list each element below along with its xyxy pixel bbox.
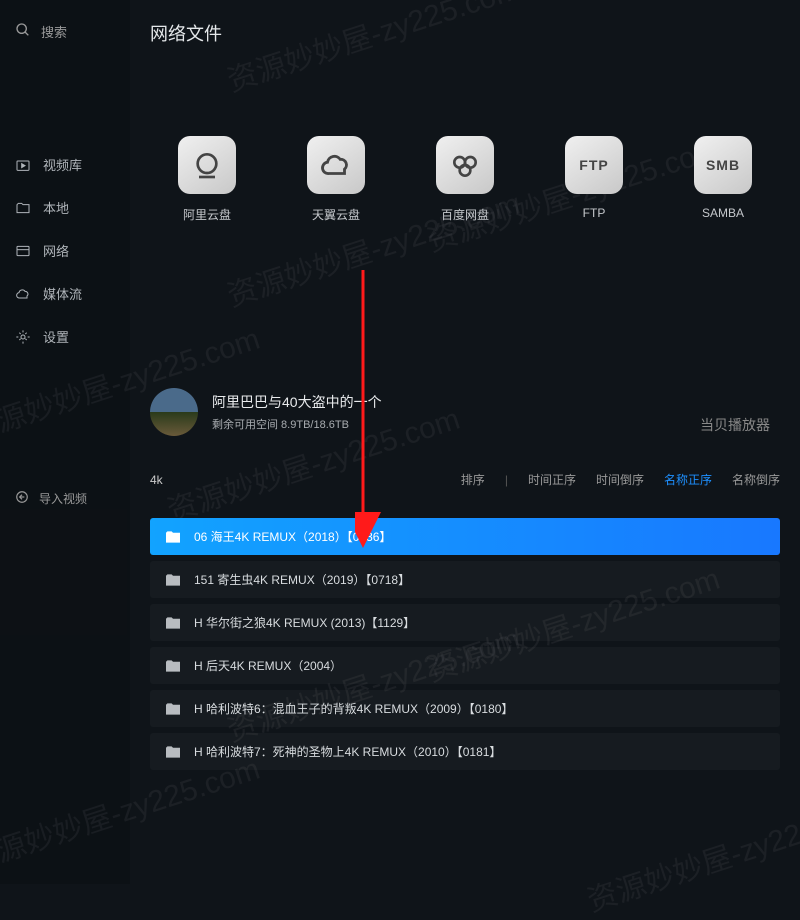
file-name: H 哈利波特7：死神的圣物上4K REMUX（2010）【0181】 bbox=[194, 743, 501, 760]
sidebar: 搜索 视频库 本地 网络 bbox=[0, 0, 130, 884]
cloud-card-ftp[interactable]: FTP FTP bbox=[537, 136, 651, 223]
file-name: 06 海王4K REMUX（2018）【0536】 bbox=[194, 528, 391, 545]
cloud-label: 阿里云盘 bbox=[183, 206, 231, 223]
folder-icon bbox=[164, 616, 182, 630]
page-title: 网络文件 bbox=[150, 20, 780, 46]
folder-icon bbox=[15, 200, 31, 216]
cloud-card-baidu[interactable]: 百度网盘 bbox=[408, 136, 522, 223]
sort-name-asc[interactable]: 名称正序 bbox=[664, 471, 712, 488]
sidebar-item-network[interactable]: 网络 bbox=[0, 229, 130, 272]
sidebar-item-label: 媒体流 bbox=[43, 284, 82, 303]
cloud-card-aliyun[interactable]: 阿里云盘 bbox=[150, 136, 264, 223]
aliyun-icon bbox=[178, 136, 236, 194]
cloud-label: SAMBA bbox=[702, 206, 744, 220]
cloud-label: FTP bbox=[583, 206, 606, 220]
file-list: 06 海王4K REMUX（2018）【0536】 151 寄生虫4K REMU… bbox=[150, 518, 780, 770]
gear-icon bbox=[15, 329, 31, 345]
sidebar-item-label: 网络 bbox=[43, 241, 69, 260]
sidebar-item-settings[interactable]: 设置 bbox=[0, 315, 130, 358]
folder-icon bbox=[164, 745, 182, 759]
search-icon bbox=[15, 22, 31, 41]
cloud-icon bbox=[15, 286, 31, 302]
sidebar-item-label: 本地 bbox=[43, 198, 69, 217]
sort-name-desc[interactable]: 名称倒序 bbox=[732, 471, 780, 488]
sidebar-item-media-stream[interactable]: 媒体流 bbox=[0, 272, 130, 315]
file-row[interactable]: H 哈利波特6：混血王子的背叛4K REMUX（2009）【0180】 bbox=[150, 690, 780, 727]
current-folder[interactable]: 4k bbox=[150, 473, 163, 487]
import-label: 导入视频 bbox=[39, 490, 87, 507]
network-icon bbox=[15, 243, 31, 259]
main-content: 网络文件 阿里云盘 天翼云盘 百度网盘 FTP bbox=[130, 0, 800, 884]
divider: | bbox=[505, 473, 508, 487]
user-section: 阿里巴巴与40大盗中的一个 剩余可用空间 8.9TB/18.6TB bbox=[150, 388, 780, 436]
folder-icon bbox=[164, 530, 182, 544]
cloud-card-samba[interactable]: SMB SAMBA bbox=[666, 136, 780, 223]
file-name: H 后天4K REMUX（2004） bbox=[194, 657, 342, 674]
import-video-button[interactable]: 导入视频 bbox=[0, 478, 130, 519]
sort-time-desc[interactable]: 时间倒序 bbox=[596, 471, 644, 488]
sidebar-item-video-library[interactable]: 视频库 bbox=[0, 143, 130, 186]
file-name: H 华尔街之狼4K REMUX (2013)【1129】 bbox=[194, 614, 415, 631]
file-row[interactable]: H 华尔街之狼4K REMUX (2013)【1129】 bbox=[150, 604, 780, 641]
baidu-icon bbox=[436, 136, 494, 194]
file-name: H 哈利波特6：混血王子的背叛4K REMUX（2009）【0180】 bbox=[194, 700, 513, 717]
file-row[interactable]: 151 寄生虫4K REMUX（2019）【0718】 bbox=[150, 561, 780, 598]
cloud-services-grid: 阿里云盘 天翼云盘 百度网盘 FTP FTP SMB SAMBA bbox=[150, 136, 780, 223]
ftp-icon: FTP bbox=[565, 136, 623, 194]
search-button[interactable]: 搜索 bbox=[0, 10, 130, 53]
file-row[interactable]: H 哈利波特7：死神的圣物上4K REMUX（2010）【0181】 bbox=[150, 733, 780, 770]
avatar[interactable] bbox=[150, 388, 198, 436]
sidebar-item-local[interactable]: 本地 bbox=[0, 186, 130, 229]
brand-text: 当贝播放器 bbox=[700, 415, 770, 435]
file-row[interactable]: H 后天4K REMUX（2004） bbox=[150, 647, 780, 684]
import-icon bbox=[15, 490, 29, 507]
cloud-card-tianyi[interactable]: 天翼云盘 bbox=[279, 136, 393, 223]
search-label: 搜索 bbox=[41, 22, 67, 41]
user-name: 阿里巴巴与40大盗中的一个 bbox=[212, 392, 382, 412]
cloud-label: 天翼云盘 bbox=[312, 206, 360, 223]
sidebar-item-label: 设置 bbox=[43, 327, 69, 346]
tianyi-icon bbox=[307, 136, 365, 194]
folder-icon bbox=[164, 659, 182, 673]
folder-icon bbox=[164, 702, 182, 716]
user-storage: 剩余可用空间 8.9TB/18.6TB bbox=[212, 416, 382, 432]
filter-bar: 4k 排序 | 时间正序 时间倒序 名称正序 名称倒序 bbox=[150, 471, 780, 488]
file-name: 151 寄生虫4K REMUX（2019）【0718】 bbox=[194, 571, 410, 588]
smb-icon: SMB bbox=[694, 136, 752, 194]
sidebar-item-label: 视频库 bbox=[43, 155, 82, 174]
sort-time-asc[interactable]: 时间正序 bbox=[528, 471, 576, 488]
sort-label: 排序 bbox=[461, 471, 485, 488]
folder-icon bbox=[164, 573, 182, 587]
file-row[interactable]: 06 海王4K REMUX（2018）【0536】 bbox=[150, 518, 780, 555]
video-library-icon bbox=[15, 157, 31, 173]
cloud-label: 百度网盘 bbox=[441, 206, 489, 223]
